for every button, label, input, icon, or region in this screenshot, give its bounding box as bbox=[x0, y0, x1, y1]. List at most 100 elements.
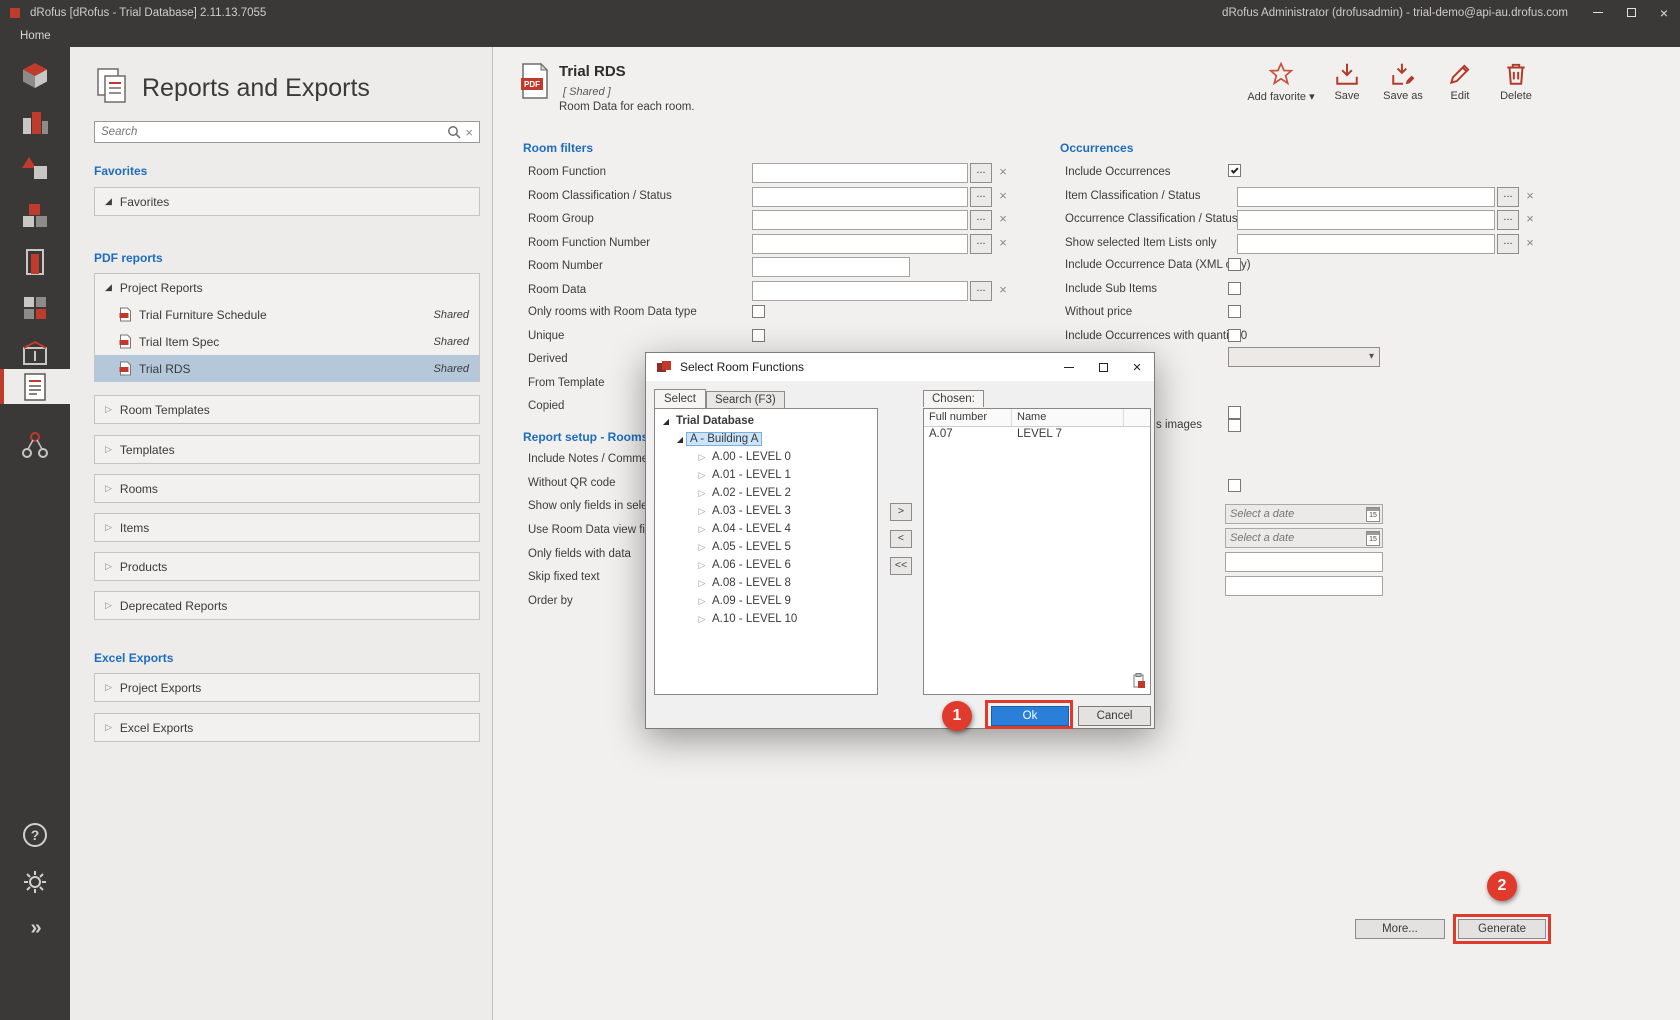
tree-item-level-2[interactable]: ▷A.02 - LEVEL 2 bbox=[655, 484, 877, 502]
paste-icon[interactable] bbox=[1132, 673, 1146, 692]
tree-collapsed-icon[interactable]: ▷ bbox=[697, 470, 707, 481]
group-items-header[interactable]: ▷Items bbox=[95, 514, 479, 541]
room-classification-clear-button[interactable]: × bbox=[994, 187, 1012, 207]
tree-item-level-4[interactable]: ▷A.04 - LEVEL 4 bbox=[655, 520, 877, 538]
item-classification-input[interactable] bbox=[1237, 187, 1495, 207]
nav-door-button[interactable] bbox=[0, 242, 70, 282]
tree-collapsed-icon[interactable]: ▷ bbox=[697, 596, 707, 607]
show-selected-item-lists-input[interactable] bbox=[1237, 234, 1495, 254]
menu-home-tab[interactable]: Home bbox=[20, 30, 51, 42]
group-templates-header[interactable]: ▷Templates bbox=[95, 436, 479, 463]
tree-item-level-0[interactable]: ▷A.00 - LEVEL 0 bbox=[655, 448, 877, 466]
group-excel-exports-header[interactable]: ▷Excel Exports bbox=[95, 714, 479, 741]
nav-finishes-button[interactable] bbox=[0, 288, 70, 328]
column-name[interactable]: Name bbox=[1012, 409, 1124, 426]
room-function-number-input[interactable] bbox=[752, 234, 968, 254]
move-all-left-button[interactable]: << bbox=[890, 557, 912, 575]
partial-checkbox[interactable] bbox=[1228, 406, 1241, 419]
project-reports-header[interactable]: ◢ Project Reports bbox=[95, 274, 479, 301]
nav-help-button[interactable]: ? bbox=[0, 815, 70, 855]
more-button[interactable]: More... bbox=[1355, 919, 1445, 939]
item-classification-lookup-button[interactable]: ... bbox=[1497, 187, 1519, 207]
group-project-exports-header[interactable]: ▷Project Exports bbox=[95, 674, 479, 701]
report-item-furniture-schedule[interactable]: Trial Furniture Schedule Shared bbox=[95, 301, 479, 328]
date-from-input[interactable] bbox=[1226, 508, 1366, 520]
tree-item-level-8[interactable]: ▷A.08 - LEVEL 8 bbox=[655, 574, 877, 592]
nav-expand-button[interactable]: » bbox=[0, 908, 70, 948]
room-number-input[interactable] bbox=[752, 257, 910, 277]
partial-input[interactable] bbox=[1225, 552, 1383, 572]
tree-collapsed-icon[interactable]: ▷ bbox=[697, 542, 707, 553]
dialog-maximize-button[interactable] bbox=[1086, 353, 1120, 381]
nav-network-button[interactable] bbox=[0, 425, 70, 465]
room-data-input[interactable] bbox=[752, 281, 968, 301]
include-occurrences-checkbox[interactable] bbox=[1228, 164, 1241, 177]
move-right-button[interactable]: > bbox=[890, 503, 912, 521]
include-sub-items-checkbox[interactable] bbox=[1228, 282, 1241, 295]
nav-reports-button[interactable] bbox=[0, 369, 70, 404]
tree-item-level-1[interactable]: ▷A.01 - LEVEL 1 bbox=[655, 466, 877, 484]
search-icon[interactable] bbox=[447, 125, 461, 139]
tree-item-root[interactable]: ◢ Trial Database bbox=[655, 412, 877, 430]
room-data-clear-button[interactable]: × bbox=[994, 281, 1012, 301]
tree-collapsed-icon[interactable]: ▷ bbox=[697, 560, 707, 571]
edit-button[interactable]: Edit bbox=[1438, 61, 1482, 127]
only-room-data-type-checkbox[interactable] bbox=[752, 305, 765, 318]
nav-rooms-button[interactable] bbox=[0, 55, 70, 95]
nav-products-button[interactable] bbox=[0, 195, 70, 235]
occurrence-classification-input[interactable] bbox=[1237, 210, 1495, 230]
show-selected-item-lists-clear-button[interactable]: × bbox=[1521, 234, 1539, 254]
room-group-clear-button[interactable]: × bbox=[994, 210, 1012, 230]
column-full-number[interactable]: Full number bbox=[924, 409, 1012, 426]
tree-collapsed-icon[interactable]: ▷ bbox=[697, 506, 707, 517]
show-selected-item-lists-lookup-button[interactable]: ... bbox=[1497, 234, 1519, 254]
occurrences-dropdown[interactable]: ▾ bbox=[1228, 347, 1380, 367]
save-as-button[interactable]: Save as bbox=[1374, 61, 1432, 127]
group-products-header[interactable]: ▷Products bbox=[95, 553, 479, 580]
date-to-input[interactable] bbox=[1226, 532, 1366, 544]
room-function-lookup-button[interactable]: ... bbox=[970, 163, 992, 183]
minimize-button[interactable] bbox=[1582, 0, 1614, 25]
tree-collapsed-icon[interactable]: ▷ bbox=[697, 452, 707, 463]
dialog-titlebar[interactable]: Select Room Functions × bbox=[646, 353, 1154, 381]
nav-items-button[interactable] bbox=[0, 148, 70, 188]
calendar-icon[interactable]: 15 bbox=[1366, 507, 1380, 522]
room-group-input[interactable] bbox=[752, 210, 968, 230]
window-titlebar[interactable]: dRofus [dRofus - Trial Database] 2.11.13… bbox=[0, 0, 1680, 25]
occurrence-classification-lookup-button[interactable]: ... bbox=[1497, 210, 1519, 230]
tree-collapsed-icon[interactable]: ▷ bbox=[697, 488, 707, 499]
add-favorite-button[interactable]: Add favorite ▾ bbox=[1243, 61, 1319, 127]
tree-item-level-3[interactable]: ▷A.03 - LEVEL 3 bbox=[655, 502, 877, 520]
room-classification-input[interactable] bbox=[752, 187, 968, 207]
tree-collapsed-icon[interactable]: ▷ bbox=[697, 524, 707, 535]
maximize-button[interactable] bbox=[1615, 0, 1647, 25]
report-item-item-spec[interactable]: Trial Item Spec Shared bbox=[95, 328, 479, 355]
dialog-minimize-button[interactable] bbox=[1052, 353, 1086, 381]
tree-item-level-10[interactable]: ▷A.10 - LEVEL 10 bbox=[655, 610, 877, 628]
tree-item-level-6[interactable]: ▷A.06 - LEVEL 6 bbox=[655, 556, 877, 574]
occurrence-classification-clear-button[interactable]: × bbox=[1521, 210, 1539, 230]
search-clear-icon[interactable]: × bbox=[461, 125, 479, 140]
item-classification-clear-button[interactable]: × bbox=[1521, 187, 1539, 207]
nav-buildings-button[interactable] bbox=[0, 102, 70, 142]
tree-item-level-5[interactable]: ▷A.05 - LEVEL 5 bbox=[655, 538, 877, 556]
room-function-number-lookup-button[interactable]: ... bbox=[970, 234, 992, 254]
nav-settings-button[interactable] bbox=[0, 862, 70, 902]
include-occurrence-data-checkbox[interactable] bbox=[1228, 258, 1241, 271]
group-deprecated-reports-header[interactable]: ▷Deprecated Reports bbox=[95, 592, 479, 619]
occurrences-quantity-zero-checkbox[interactable] bbox=[1228, 329, 1241, 342]
delete-button[interactable]: Delete bbox=[1491, 61, 1541, 127]
chosen-row[interactable]: A.07 LEVEL 7 bbox=[924, 427, 1150, 444]
calendar-icon[interactable]: 15 bbox=[1366, 531, 1380, 546]
unique-checkbox[interactable] bbox=[752, 329, 765, 342]
room-group-lookup-button[interactable]: ... bbox=[970, 210, 992, 230]
tree-item-building-a[interactable]: ◢ A - Building A bbox=[655, 430, 877, 448]
room-function-number-clear-button[interactable]: × bbox=[994, 234, 1012, 254]
favorites-group-header[interactable]: ◢ Favorites bbox=[95, 188, 479, 215]
group-room-templates-header[interactable]: ▷Room Templates bbox=[95, 396, 479, 423]
tree-collapsed-icon[interactable]: ▷ bbox=[697, 614, 707, 625]
nav-systems-button[interactable] bbox=[0, 334, 70, 374]
as-images-checkbox[interactable] bbox=[1228, 419, 1241, 432]
search-input[interactable] bbox=[95, 126, 447, 138]
tab-select[interactable]: Select bbox=[654, 389, 706, 408]
